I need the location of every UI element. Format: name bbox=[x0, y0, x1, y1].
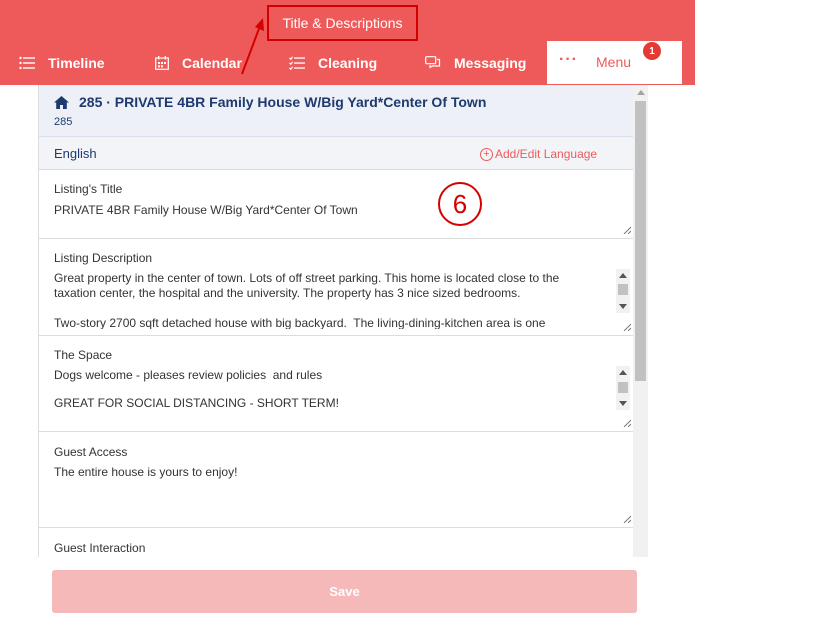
scroll-down-icon[interactable] bbox=[619, 304, 627, 309]
scroll-up-icon[interactable] bbox=[619, 273, 627, 278]
scroll-thumb[interactable] bbox=[618, 284, 628, 295]
scroll-down-icon[interactable] bbox=[619, 401, 627, 406]
field-label: Guest Interaction bbox=[54, 541, 146, 555]
add-edit-language-label: Add/Edit Language bbox=[495, 147, 598, 161]
listing-panel: 285 · PRIVATE 4BR Family House W/Big Yar… bbox=[38, 85, 648, 557]
resize-handle-icon[interactable] bbox=[623, 419, 631, 427]
field-label: The Space bbox=[54, 348, 113, 362]
nav-cleaning[interactable]: Cleaning bbox=[289, 41, 377, 84]
checklist-icon bbox=[289, 55, 305, 70]
add-edit-language-link[interactable]: + Add/Edit Language bbox=[480, 147, 597, 161]
page: Title & Descriptions Timeline Calendar C… bbox=[0, 0, 819, 626]
plus-circle-icon: + bbox=[480, 147, 493, 161]
resize-handle-icon[interactable] bbox=[623, 226, 631, 234]
listing-description-input[interactable]: Great property in the center of town. Lo… bbox=[54, 271, 603, 329]
guest-access-input[interactable]: The entire house is yours to enjoy! bbox=[54, 465, 603, 483]
nav-calendar-label: Calendar bbox=[182, 54, 242, 71]
menu-label: Menu bbox=[596, 54, 632, 70]
nav-timeline-label: Timeline bbox=[48, 54, 105, 71]
listing-title-text: 285 · PRIVATE 4BR Family House W/Big Yar… bbox=[79, 94, 487, 110]
scroll-thumb[interactable] bbox=[635, 101, 646, 381]
home-icon bbox=[54, 95, 69, 109]
more-dots-icon: ··· bbox=[559, 51, 578, 68]
field-label: Listing's Title bbox=[54, 182, 123, 196]
current-language: English bbox=[54, 146, 97, 161]
scroll-up-icon[interactable] bbox=[619, 370, 627, 375]
nav-messaging-label: Messaging bbox=[454, 54, 527, 71]
calendar-icon bbox=[155, 55, 169, 70]
listing-title-input[interactable]: PRIVATE 4BR Family House W/Big Yard*Cent… bbox=[54, 203, 603, 221]
list-icon bbox=[19, 56, 35, 69]
save-button[interactable]: Save bbox=[52, 570, 637, 613]
step-marker: 6 bbox=[438, 182, 482, 226]
top-navigation-bar: Title & Descriptions Timeline Calendar C… bbox=[0, 0, 695, 85]
resize-handle-icon[interactable] bbox=[623, 323, 631, 331]
listing-header: 285 · PRIVATE 4BR Family House W/Big Yar… bbox=[39, 85, 633, 137]
scroll-up-icon[interactable] bbox=[637, 90, 645, 95]
nav-timeline[interactable]: Timeline bbox=[19, 41, 105, 84]
resize-handle-icon[interactable] bbox=[623, 515, 631, 523]
field-label: Guest Access bbox=[54, 445, 128, 459]
listing-id: 285 bbox=[54, 116, 73, 128]
chat-icon bbox=[425, 55, 441, 69]
scroll-thumb[interactable] bbox=[618, 382, 628, 393]
listing-description-field[interactable]: Listing Description Great property in th… bbox=[39, 239, 633, 336]
the-space-field[interactable]: The Space Dogs welcome - pleases review … bbox=[39, 336, 633, 432]
nav-messaging[interactable]: Messaging bbox=[425, 41, 526, 84]
language-row: English + Add/Edit Language bbox=[39, 137, 633, 170]
nav-cleaning-label: Cleaning bbox=[318, 54, 378, 71]
title-descriptions-tab[interactable]: Title & Descriptions bbox=[267, 5, 418, 41]
listing-title-field[interactable]: Listing's Title PRIVATE 4BR Family House… bbox=[39, 170, 633, 239]
guest-access-field[interactable]: Guest Access The entire house is yours t… bbox=[39, 432, 633, 528]
guest-interaction-field[interactable]: Guest Interaction bbox=[39, 528, 633, 557]
menu-button[interactable]: ··· Menu 1 bbox=[547, 41, 682, 84]
space-scrollbar[interactable] bbox=[616, 366, 630, 410]
notification-badge: 1 bbox=[643, 42, 661, 60]
the-space-input[interactable]: Dogs welcome - pleases review policies a… bbox=[54, 368, 603, 426]
description-scrollbar[interactable] bbox=[616, 269, 630, 313]
nav-calendar[interactable]: Calendar bbox=[155, 41, 242, 84]
panel-scrollbar[interactable] bbox=[633, 85, 648, 557]
annotation-arrow-icon bbox=[241, 18, 264, 75]
field-label: Listing Description bbox=[54, 251, 153, 265]
listing-title: 285 · PRIVATE 4BR Family House W/Big Yar… bbox=[54, 94, 486, 110]
